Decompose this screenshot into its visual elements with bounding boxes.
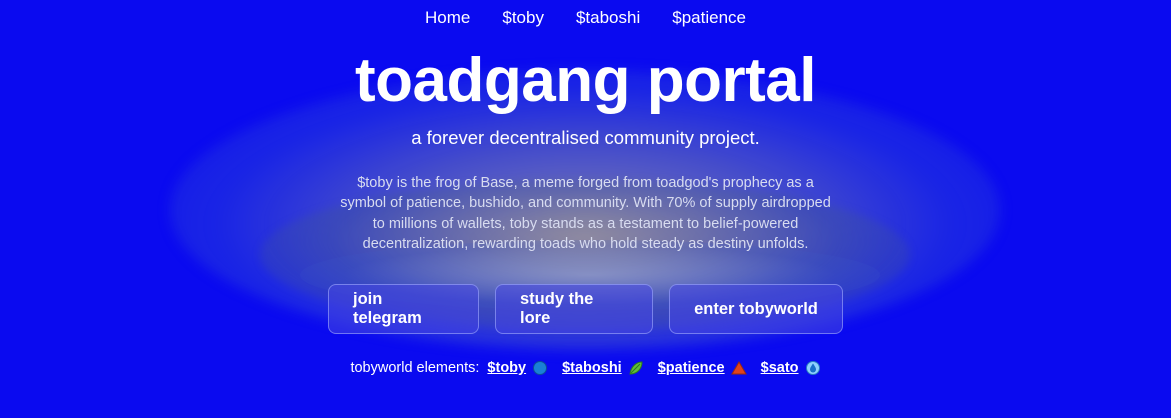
- element-taboshi: $taboshi: [562, 358, 644, 378]
- study-lore-button[interactable]: study the lore: [495, 284, 653, 334]
- element-sato-link[interactable]: $sato: [761, 358, 799, 378]
- nav-home[interactable]: Home: [425, 8, 470, 28]
- cta-buttons: join telegram study the lore enter tobyw…: [0, 284, 1171, 334]
- page-title: toadgang portal: [355, 46, 816, 115]
- nav-patience[interactable]: $patience: [672, 8, 746, 28]
- elements-label: tobyworld elements:: [350, 360, 480, 376]
- blue-circle-icon: [533, 361, 548, 375]
- element-sato: $sato: [761, 358, 821, 378]
- join-telegram-button[interactable]: join telegram: [328, 284, 479, 334]
- red-triangle-icon: [730, 361, 747, 375]
- nav-taboshi[interactable]: $taboshi: [576, 8, 640, 28]
- project-description: $toby is the frog of Base, a meme forged…: [340, 175, 831, 253]
- tobyworld-elements: tobyworld elements: $toby $taboshi $pati…: [0, 358, 1171, 378]
- element-patience: $patience: [658, 358, 747, 378]
- top-nav: Home $toby $taboshi $patience: [0, 8, 1171, 28]
- element-toby: $toby: [487, 358, 548, 378]
- leaf-icon: [629, 361, 643, 375]
- water-drop-icon: [805, 361, 820, 375]
- element-patience-link[interactable]: $patience: [658, 358, 725, 378]
- nav-toby[interactable]: $toby: [502, 8, 544, 28]
- enter-tobyworld-button[interactable]: enter tobyworld: [669, 284, 843, 334]
- page-subtitle: a forever decentralised community projec…: [411, 127, 760, 148]
- element-taboshi-link[interactable]: $taboshi: [562, 358, 622, 378]
- element-toby-link[interactable]: $toby: [487, 358, 526, 378]
- page-content: Home $toby $taboshi $patience toadgang p…: [0, 0, 1171, 418]
